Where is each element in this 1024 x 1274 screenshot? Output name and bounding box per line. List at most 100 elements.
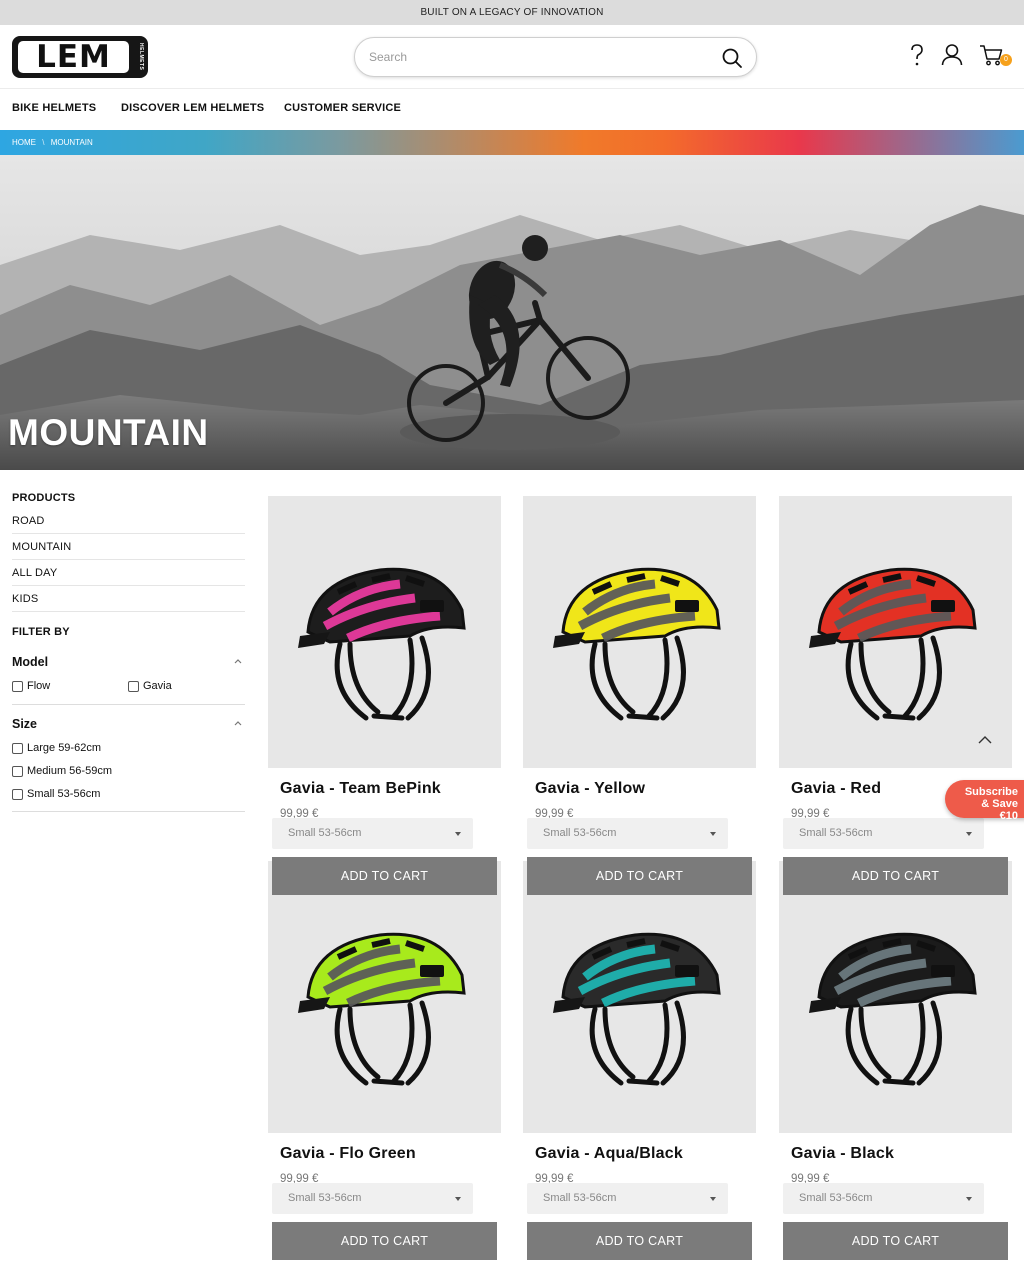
product-card[interactable]: Gavia - Yellow 99,99 € Small 53-56cm ADD TO…	[523, 496, 756, 895]
checkbox[interactable]	[12, 742, 23, 754]
subscribe-tab[interactable]: Subscribe & Save €10	[945, 780, 1024, 822]
filter-model-toggle[interactable]: Model	[12, 655, 245, 669]
helmet-image	[298, 567, 466, 721]
size-select-value: Small 53-56cm	[799, 1192, 873, 1204]
category-kids[interactable]: KIDS	[12, 586, 245, 612]
checkbox-label: Small 53-56cm	[27, 788, 101, 800]
product-name[interactable]: Gavia - Flo Green	[280, 1145, 416, 1163]
filter-size-large[interactable]: Large 59-62cm	[12, 742, 101, 754]
account-icon[interactable]	[939, 42, 965, 68]
helmet-image	[553, 567, 721, 721]
hero-title: MOUNTAIN	[8, 412, 209, 453]
category-road[interactable]: ROAD	[12, 508, 245, 534]
product-name[interactable]: Gavia - Black	[791, 1145, 894, 1163]
breadcrumb-home[interactable]: HOME	[12, 138, 36, 147]
subscribe-line2: & Save €10	[981, 798, 1018, 822]
dropdown-caret-icon	[455, 1197, 461, 1201]
logo-text: LEM	[36, 39, 111, 75]
checkbox[interactable]	[12, 680, 23, 692]
product-card[interactable]: Gavia - Flo Green 99,99 € Small 53-56cm ADD…	[268, 861, 501, 1260]
size-select-value: Small 53-56cm	[288, 1192, 362, 1204]
search-bar	[354, 37, 757, 77]
helmet-image	[809, 932, 977, 1086]
size-select[interactable]: Small 53-56cm	[527, 818, 728, 849]
size-select[interactable]: Small 53-56cm	[783, 1183, 984, 1214]
helmet-image	[298, 932, 466, 1086]
add-to-cart-button[interactable]: ADD TO CART	[272, 857, 497, 895]
announcement-bar: BUILT ON A LEGACY OF INNOVATION	[0, 0, 1024, 25]
size-select-value: Small 53-56cm	[288, 827, 362, 839]
product-image[interactable]	[779, 861, 1012, 1133]
size-select[interactable]: Small 53-56cm	[527, 1183, 728, 1214]
size-select[interactable]: Small 53-56cm	[272, 818, 473, 849]
size-select-value: Small 53-56cm	[799, 827, 873, 839]
product-name[interactable]: Gavia - Team BePink	[280, 780, 441, 798]
category-all-day[interactable]: ALL DAY	[12, 560, 245, 586]
subscribe-line1: Subscribe	[964, 786, 1018, 798]
scroll-to-top-icon[interactable]	[973, 728, 997, 752]
add-to-cart-button[interactable]: ADD TO CART	[527, 857, 752, 895]
product-card[interactable]: Gavia - Black 99,99 € Small 53-56cm ADD TO …	[779, 861, 1012, 1260]
checkbox-label: Flow	[27, 680, 51, 692]
search-input[interactable]	[369, 47, 709, 67]
dropdown-caret-icon	[710, 832, 716, 836]
add-to-cart-button[interactable]: ADD TO CART	[783, 857, 1008, 895]
checkbox-label: Medium 56-59cm	[27, 765, 112, 777]
filter-size-title: Size	[12, 717, 38, 731]
chevron-up-icon	[234, 659, 242, 664]
checkbox[interactable]	[12, 765, 23, 777]
nav-customer-service[interactable]: CUSTOMER SERVICE	[284, 102, 401, 114]
add-to-cart-button[interactable]: ADD TO CART	[272, 1222, 497, 1260]
site-header: LEM HELMETS 0	[0, 25, 1024, 89]
chevron-up-icon	[234, 721, 242, 726]
category-mountain[interactable]: MOUNTAIN	[12, 534, 245, 560]
filter-model-flow[interactable]: Flow	[12, 680, 50, 692]
helmet-image	[553, 932, 721, 1086]
filter-model-title: Model	[12, 655, 49, 669]
nav-discover-lem-helmets[interactable]: DISCOVER LEM HELMETS	[121, 102, 264, 114]
filter-model-gavia[interactable]: Gavia	[128, 680, 172, 692]
product-card[interactable]: Gavia - Aqua/Black 99,99 € Small 53-56cm AD…	[523, 861, 756, 1260]
dropdown-caret-icon	[966, 1197, 972, 1201]
breadcrumb-current: MOUNTAIN	[50, 138, 93, 147]
add-to-cart-button[interactable]: ADD TO CART	[783, 1222, 1008, 1260]
product-image[interactable]	[268, 496, 501, 768]
size-select[interactable]: Small 53-56cm	[272, 1183, 473, 1214]
filter-heading: FILTER BY	[12, 626, 70, 638]
checkbox-label: Gavia	[143, 680, 172, 692]
sidebar: PRODUCTS ROAD MOUNTAIN ALL DAY KIDS FILT…	[12, 470, 245, 830]
breadcrumb-separator: \	[42, 138, 45, 147]
add-to-cart-button[interactable]: ADD TO CART	[527, 1222, 752, 1260]
filter-size-toggle[interactable]: Size	[12, 717, 245, 731]
product-image[interactable]	[268, 861, 501, 1133]
products-heading: PRODUCTS	[12, 492, 76, 504]
size-select-value: Small 53-56cm	[543, 1192, 617, 1204]
nav-bike-helmets[interactable]: BIKE HELMETS	[12, 102, 96, 114]
product-name[interactable]: Gavia - Yellow	[535, 780, 645, 798]
cart-count-badge: 0	[1000, 54, 1012, 66]
divider	[12, 704, 245, 705]
filter-size-medium[interactable]: Medium 56-59cm	[12, 765, 112, 777]
lem-logo[interactable]: LEM HELMETS	[12, 36, 148, 78]
product-image[interactable]	[523, 861, 756, 1133]
checkbox[interactable]	[12, 788, 23, 800]
product-name[interactable]: Gavia - Red	[791, 780, 881, 798]
product-card[interactable]: Gavia - Team BePink 99,99 € Small 53-56cm A…	[268, 496, 501, 895]
filter-size-small[interactable]: Small 53-56cm	[12, 788, 100, 800]
dropdown-caret-icon	[710, 1197, 716, 1201]
dropdown-caret-icon	[455, 832, 461, 836]
help-icon[interactable]	[904, 42, 930, 68]
search-icon[interactable]	[721, 47, 743, 69]
size-select[interactable]: Small 53-56cm	[783, 818, 984, 849]
size-select-value: Small 53-56cm	[543, 827, 617, 839]
dropdown-caret-icon	[966, 832, 972, 836]
checkbox[interactable]	[128, 680, 139, 692]
helmet-image	[809, 567, 977, 721]
cart-icon[interactable]	[978, 42, 1004, 68]
hero-banner: MOUNTAIN	[0, 155, 1024, 470]
product-name[interactable]: Gavia - Aqua/Black	[535, 1145, 683, 1163]
product-image[interactable]	[523, 496, 756, 768]
divider	[12, 811, 245, 812]
announcement-text: BUILT ON A LEGACY OF INNOVATION	[420, 7, 604, 18]
main-nav: BIKE HELMETS DISCOVER LEM HELMETS CUSTOM…	[0, 89, 1024, 130]
